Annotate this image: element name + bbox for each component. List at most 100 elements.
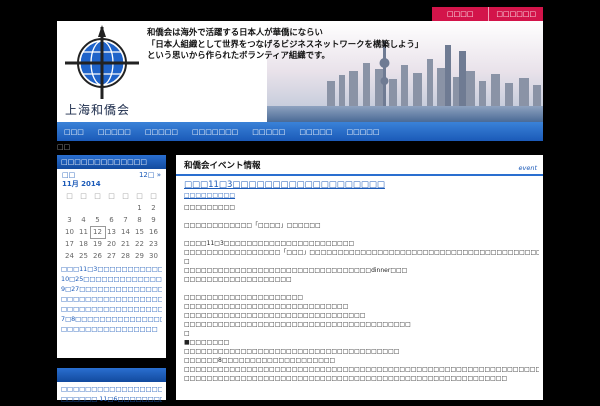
side-box-2-item[interactable]: □□□□□□ 11□6□□□□□□□□□□□ (61, 394, 162, 404)
calendar-dow: □ (80, 192, 87, 200)
category-tag[interactable]: event (518, 164, 537, 172)
site-header: 上海和僑会 和僑会は海外で活躍する日本人が華僑にならい 「日本人組織として世界を… (57, 21, 543, 122)
nav-item-4[interactable]: □□□□□□□ (185, 128, 245, 136)
calendar-day[interactable]: 7 (119, 215, 133, 226)
post-title[interactable]: □□□11□3□□□□□□□□□□□□□□□□□□□ (184, 180, 543, 190)
nav-item-6[interactable]: □□□□□ (292, 128, 339, 136)
main-nav: □□□ □□□□□ □□□□□ □□□□□□□ □□□□□ □□□□□ □□□□… (57, 122, 543, 141)
calendar-dow: □ (136, 192, 143, 200)
calendar-day[interactable]: 13 (105, 227, 119, 238)
calendar-event-link[interactable]: 7□8□□□□□□□□□□□□□□□□□□□□□□□□ (61, 314, 162, 324)
top-tabs: □□□□ □□□□□□ (432, 7, 543, 21)
tagline-line-3: という思いから作られたボランティア組織です。 (147, 50, 330, 60)
calendar-grid: □ □ □ □ □ □ □ 1 2 3 4 5 6 7 8 9 10 11 12 13 14 15 16 17 18 19 20 21… (57, 191, 166, 262)
nav-item-5[interactable]: □□□□□ (245, 128, 292, 136)
post-body: □□□□□□□□□ □□□□□□□□□□□□「□□□□」□□□□□□ □□□□1… (184, 203, 543, 383)
nav-item-3[interactable]: □□□□□ (138, 128, 185, 136)
calendar-day[interactable]: 22 (133, 239, 147, 250)
calendar-day[interactable]: 8 (133, 215, 147, 226)
calendar-event-link[interactable]: □□□□□□□□□□□□□□□□ (61, 324, 162, 334)
top-tab-2[interactable]: □□□□□□ (488, 7, 543, 21)
calendar-day[interactable]: 14 (119, 227, 133, 238)
post-body-line: □□□□11□3□□□□□□□□□□□□□□□□□□□□□□□ (184, 240, 355, 247)
tagline: 和僑会は海外で活躍する日本人が華僑にならい 「日本人組織として世界をつなげるビジ… (147, 27, 423, 62)
calendar-day[interactable]: 1 (133, 203, 147, 214)
calendar-day[interactable]: 3 (63, 215, 77, 226)
nav-item-2[interactable]: □□□□□ (91, 128, 138, 136)
calendar-event-link[interactable]: 9□27□□□□□□□□□□□□□□□ (61, 284, 162, 294)
calendar-day (119, 203, 133, 214)
post-body-line (184, 284, 539, 293)
side-box-2: □□□□□□□□□□□□□□□□□□□□ □□□□□□ 11□6□□□□□□□□… (57, 368, 166, 403)
top-tab-1[interactable]: □□□□ (432, 7, 489, 21)
calendar-day[interactable]: 10 (63, 227, 77, 238)
post-body-line: □□□□□□□□□□□□□□□□□□□□□□□□□□□□□□□□□□□□□□ (184, 348, 400, 355)
calendar-event-link[interactable]: □□□□□□□□□□□□□□□□□□□1□ (61, 304, 162, 314)
calendar-dow: □ (108, 192, 115, 200)
tagline-line-2: 「日本人組織として世界をつなげるビジネスネットワークを構築しよう」 (147, 38, 424, 49)
post-body-line: □□□□□□□□□□□□□□□□□□□□□□□□□□□□□ (184, 303, 349, 310)
calendar-next[interactable]: 12□ » (139, 171, 161, 179)
calendar-day (77, 203, 91, 214)
calendar-event-link[interactable]: □□□11□3□□□□□□□□□□□□□□□□□□□ (61, 264, 162, 274)
post-body-line (184, 230, 539, 239)
calendar-day (105, 203, 119, 214)
calendar-day[interactable]: 29 (133, 251, 147, 262)
calendar-day[interactable]: 23 (147, 239, 161, 250)
post-body-line: □□□□□□□□□□□□□□□□□□□ (184, 276, 292, 283)
post-body-line: □□□□□□□□□□□□「□□□□」□□□□□□ (184, 222, 321, 229)
calendar-day[interactable]: 19 (91, 239, 105, 250)
calendar-day[interactable]: 11 (77, 227, 91, 238)
calendar-dow: □ (150, 192, 157, 200)
post-body-line: □ (184, 258, 190, 265)
post-body-line: □ (184, 330, 190, 337)
page-title: 和僑会イベント情報 (184, 161, 261, 171)
post-body-line: □□□□□□□□□□□□□□□□□□□□□ (184, 294, 304, 301)
calendar-day[interactable]: 15 (133, 227, 147, 238)
globe-logo-icon[interactable] (61, 25, 143, 101)
calendar-event-link[interactable]: 10□25□□□□□□□□□□□□□□□□□6□□□□□□ (61, 274, 162, 284)
nav-item-7[interactable]: □□□□□ (339, 128, 386, 136)
post-body-line: □□□□□□□□□□□□□□□□□□□□□□□□□□□□□□□□□□□□□□□□… (184, 375, 508, 382)
main-header: 和僑会イベント情報 event (176, 155, 543, 176)
post-body-line: □□□□□□□□□□□□□□□□□□□□□□□□□□□□□□□□ (184, 312, 366, 319)
calendar-day[interactable]: 2 (147, 203, 161, 214)
tagline-line-1: 和僑会は海外で活躍する日本人が華僑にならい (147, 27, 323, 37)
calendar-day[interactable]: 21 (119, 239, 133, 250)
post-body-line: □□□□□□□□□ (184, 204, 236, 211)
calendar-day[interactable]: 18 (77, 239, 91, 250)
calendar-day[interactable]: 25 (77, 251, 91, 262)
side-box-2-header (57, 368, 166, 382)
calendar-day[interactable]: 16 (147, 227, 161, 238)
calendar-day[interactable]: 24 (63, 251, 77, 262)
post-body-line: □□□□□□8□□□□□□□□□□□□□□□□□□□□ (184, 357, 336, 364)
calendar-day (63, 203, 77, 214)
calendar-dow: □ (122, 192, 129, 200)
main-content: 和僑会イベント情報 event □□□11□3□□□□□□□□□□□□□□□□□… (176, 155, 543, 400)
post-body-line: □□□□□□□□□□□□□□□□□□□□□□□□□□□□□□□□□dinner□… (184, 267, 408, 274)
calendar-day[interactable]: 27 (105, 251, 119, 262)
calendar-prev[interactable]: □□ (62, 171, 75, 179)
calendar-day[interactable]: 12 (89, 226, 106, 239)
calendar-events: □□□11□3□□□□□□□□□□□□□□□□□□□10□25□□□□□□□□□… (57, 262, 166, 336)
calendar-dow: □ (94, 192, 101, 200)
side-box-2-item[interactable]: □□□□□□□□□□□□□□□□□□□□ (61, 384, 162, 394)
calendar-box: □□□□□□□□□□□□□ □□ 12□ » 11月 2014 □ □ □ □ □ □ □ 1… (57, 155, 166, 358)
calendar-day[interactable]: 26 (91, 251, 105, 262)
calendar-day[interactable]: 4 (77, 215, 91, 226)
calendar-day[interactable]: 6 (105, 215, 119, 226)
calendar-day[interactable]: 30 (147, 251, 161, 262)
calendar-day[interactable]: 17 (63, 239, 77, 250)
home-link[interactable]: □□ (57, 143, 70, 151)
calendar-day[interactable]: 20 (105, 239, 119, 250)
calendar-day[interactable]: 28 (119, 251, 133, 262)
post-body-line: □□□□□□□□□□□□□□□□□□□□□□□□□□□□□□□□□□□□□□□□… (184, 366, 539, 373)
calendar-day[interactable]: 5 (91, 215, 105, 226)
nav-item-1[interactable]: □□□ (57, 128, 91, 136)
calendar-dow: □ (66, 192, 73, 200)
calendar-day[interactable]: 9 (147, 215, 161, 226)
calendar-event-link[interactable]: □□□□□□□□□□□□□□□□□□□□□□5□□□□ (61, 294, 162, 304)
post-category[interactable]: □□□□□□□□□ (184, 192, 543, 199)
post-body-line: ■□□□□□□□ (184, 339, 230, 346)
calendar-month: 11月 2014 (62, 180, 101, 188)
